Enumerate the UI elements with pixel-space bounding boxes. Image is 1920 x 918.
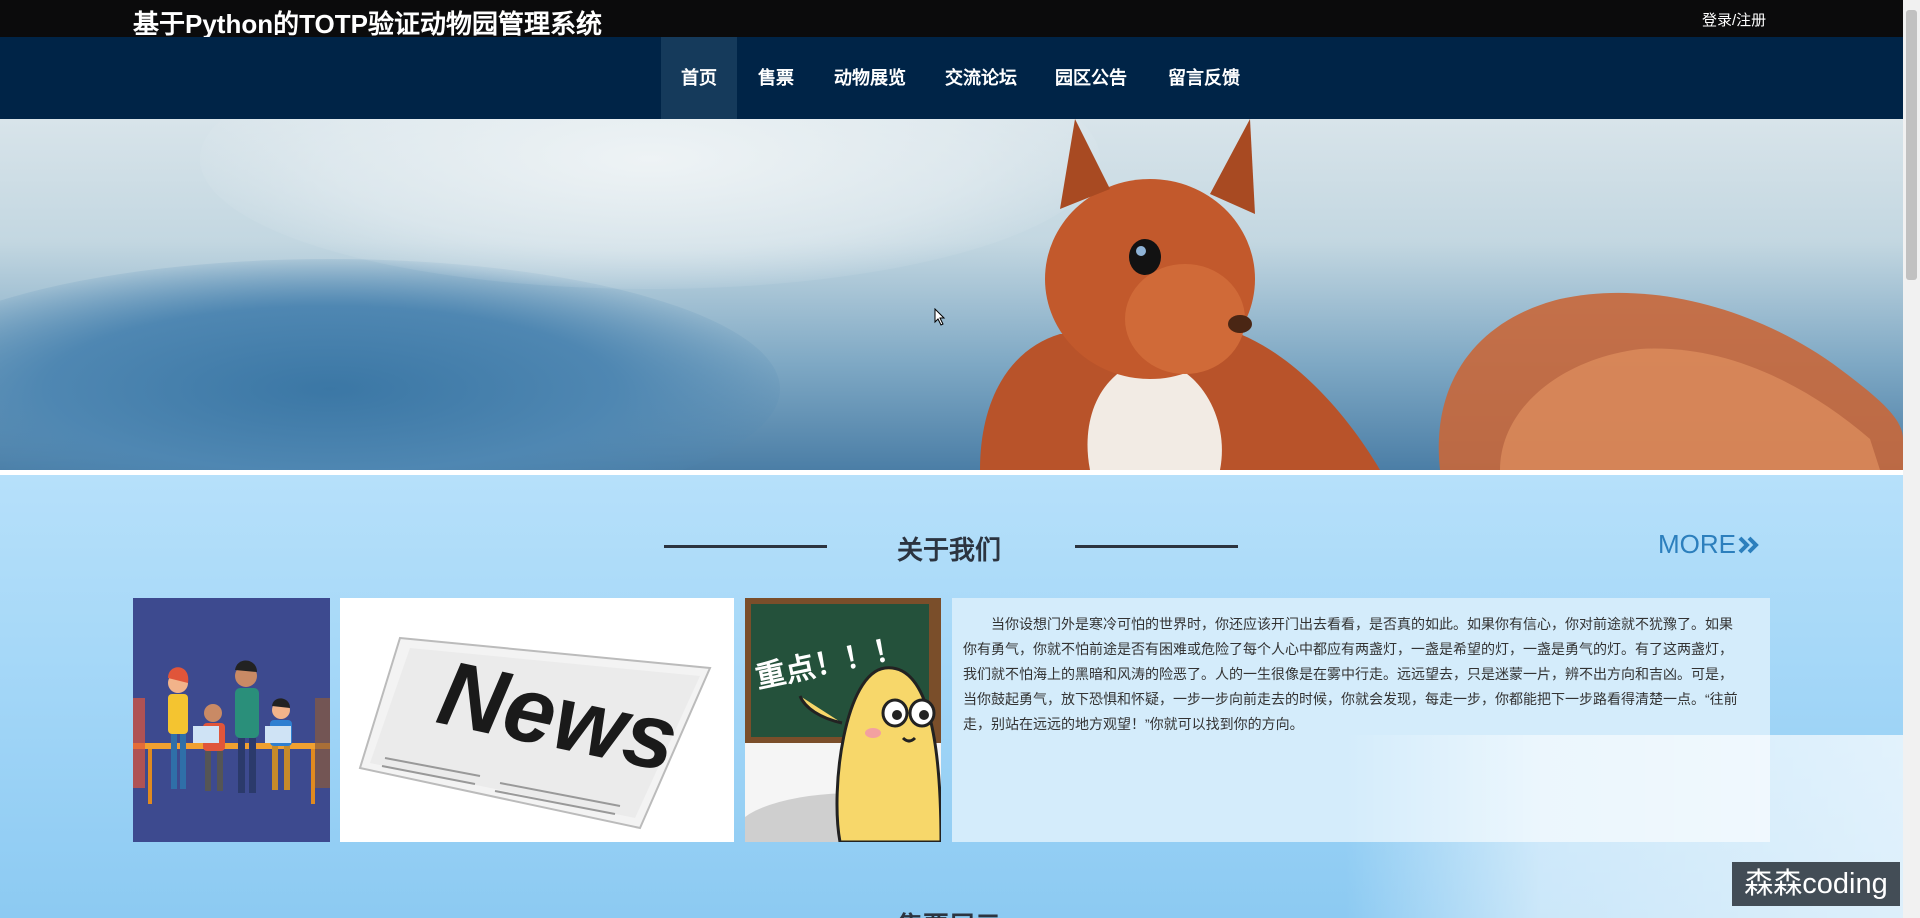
next-section-title: 售票展示 — [897, 906, 1001, 918]
nav-item-animal-exhibits[interactable]: 动物展览 — [826, 37, 914, 119]
section-title-line-left — [664, 545, 827, 548]
page-scrollbar[interactable] — [1903, 0, 1920, 918]
nav-item-home[interactable]: 首页 — [661, 37, 737, 119]
mouse-cursor-icon — [934, 308, 946, 326]
double-chevron-right-icon — [1738, 536, 1759, 554]
scrollbar-thumb[interactable] — [1906, 10, 1917, 280]
banner-carousel[interactable] — [0, 119, 1903, 470]
nav-item-feedback[interactable]: 留言反馈 — [1160, 37, 1248, 119]
login-register-link[interactable]: 登录/注册 — [1702, 9, 1766, 30]
more-link[interactable]: MORE — [1658, 529, 1760, 560]
watermark: 森森coding — [1732, 862, 1900, 906]
chalkboard-mascot: 重点！！！ — [745, 598, 941, 842]
about-image-team — [133, 598, 330, 842]
about-text: 当你设想门外是寒冷可怕的世界时，你还应该开门出去看看，是否真的如此。如果你有信心… — [963, 616, 1738, 732]
nav-item-tickets[interactable]: 售票 — [746, 37, 806, 119]
more-label: MORE — [1658, 529, 1736, 559]
section-title-line-right — [1075, 545, 1238, 548]
about-section-title: 关于我们 — [897, 535, 1002, 565]
nav-item-announcements[interactable]: 园区公告 — [1047, 37, 1135, 119]
squirrel-photo — [980, 119, 1903, 470]
site-title: 基于Python的TOTP验证动物园管理系统 — [133, 9, 602, 39]
about-image-chalkboard: 重点！！！ — [745, 598, 941, 842]
top-bar: 基于Python的TOTP验证动物园管理系统 登录/注册 — [0, 0, 1903, 39]
about-image-news: News — [340, 598, 734, 842]
nav-item-forum[interactable]: 交流论坛 — [937, 37, 1025, 119]
main-nav: 首页 售票 动物展览 交流论坛 园区公告 留言反馈 — [0, 37, 1903, 119]
news-newspaper: News — [358, 636, 712, 830]
team-illustration — [133, 660, 330, 804]
